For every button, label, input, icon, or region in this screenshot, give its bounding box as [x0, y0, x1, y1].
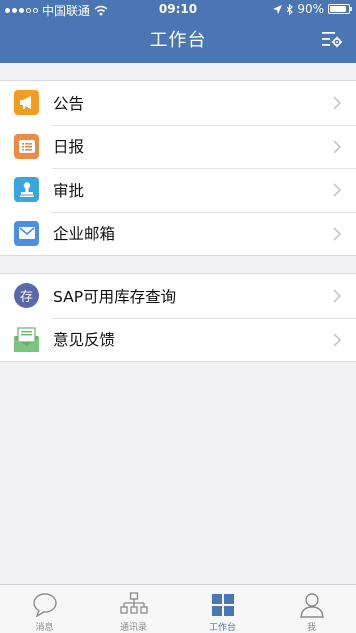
menu-group-main: 公告 日报 审批 企业邮箱	[0, 80, 356, 256]
tab-label: 消息	[35, 623, 54, 633]
menu-item-label: 日报	[53, 138, 85, 157]
chat-bubble-icon	[32, 593, 57, 618]
feedback-icon	[14, 327, 39, 352]
status-right: 90%	[273, 2, 352, 16]
chevron-right-icon	[333, 96, 342, 110]
tab-contacts[interactable]: 通讯录	[89, 585, 178, 633]
status-bar: 中国联通 09:10 90%	[0, 0, 356, 20]
menu-item-daily-report[interactable]: 日报	[0, 124, 356, 169]
megaphone-icon	[14, 90, 39, 116]
location-arrow-icon	[273, 4, 283, 14]
tab-workbench[interactable]: 工作台	[178, 585, 267, 633]
menu-item-label: 公告	[53, 94, 85, 113]
mail-icon	[14, 220, 39, 246]
menu-item-announcement[interactable]: 公告	[0, 81, 356, 125]
inventory-icon-text: 存	[19, 290, 33, 306]
menu-item-label: 意见反馈	[53, 331, 116, 350]
chevron-right-icon	[333, 332, 342, 347]
battery-icon	[328, 4, 352, 14]
chevron-right-icon	[333, 226, 342, 241]
tab-label: 通讯录	[119, 623, 147, 633]
filter-settings-icon[interactable]	[322, 30, 342, 48]
tab-messages[interactable]: 消息	[0, 585, 89, 633]
bluetooth-icon	[286, 3, 294, 15]
menu-item-label: 企业邮箱	[53, 225, 116, 244]
org-chart-icon	[119, 592, 148, 614]
chevron-right-icon	[333, 183, 342, 197]
tab-label: 我	[306, 623, 316, 633]
tab-me[interactable]: 我	[267, 585, 356, 633]
inventory-icon: 存	[14, 283, 39, 309]
tab-bar: 消息 通讯录 工作台 我	[0, 584, 356, 633]
menu-item-approval[interactable]: 审批	[0, 168, 356, 212]
stamp-icon	[14, 177, 39, 203]
menu-item-enterprise-mail[interactable]: 企业邮箱	[0, 211, 356, 256]
grid-icon	[211, 594, 234, 616]
menu-item-label: SAP可用库存查询	[53, 287, 177, 306]
chevron-right-icon	[333, 139, 342, 154]
person-icon	[299, 593, 324, 618]
list-icon	[14, 133, 39, 159]
page-title: 工作台	[149, 30, 207, 51]
menu-item-sap-inventory[interactable]: 存 SAP可用库存查询	[0, 274, 356, 318]
app-header: 中国联通 09:10 90% 工作台	[0, 0, 356, 63]
menu-item-feedback[interactable]: 意见反馈	[0, 317, 356, 362]
tab-label: 工作台	[208, 623, 236, 633]
menu-item-label: 审批	[53, 181, 85, 200]
chevron-right-icon	[333, 289, 342, 303]
menu-group-tools: 存 SAP可用库存查询 意见反馈	[0, 273, 356, 362]
battery-percent: 90%	[297, 2, 324, 16]
